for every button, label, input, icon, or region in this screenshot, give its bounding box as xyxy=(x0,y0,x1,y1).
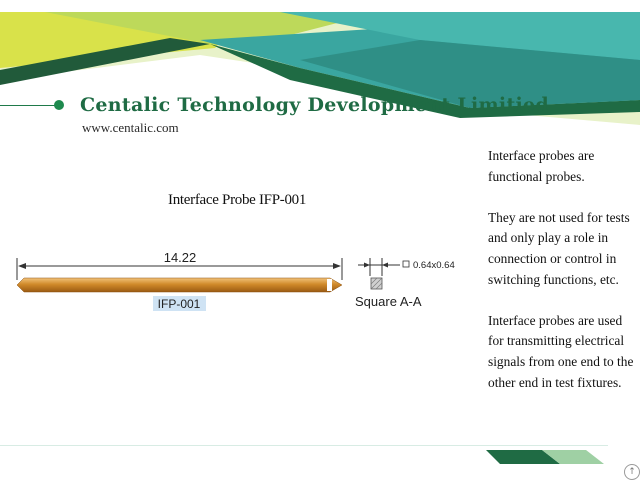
dim-arrow-right xyxy=(333,263,341,269)
company-name: Centalic Technology Development Limitied xyxy=(80,94,550,116)
probe-tip-gap xyxy=(327,279,332,291)
probe-body xyxy=(16,277,343,293)
dim-arrow-left xyxy=(18,263,26,269)
footer-line xyxy=(0,445,608,446)
description-paragraph-2: They are not used for tests and only pla… xyxy=(488,209,630,287)
section-label: Square A-A xyxy=(355,294,422,309)
probe-title: Interface Probe IFP-001 xyxy=(168,192,307,208)
header-bullet-dot xyxy=(54,100,64,110)
part-label: IFP-001 xyxy=(158,297,201,311)
description-text: Interface probes are functional probes. … xyxy=(488,146,638,414)
header-banner xyxy=(0,12,640,125)
description-paragraph-1: Interface probes are functional probes. xyxy=(488,148,595,184)
square-symbol xyxy=(402,260,410,268)
website-url: www.centalic.com xyxy=(82,120,179,135)
length-dimension-label: 14.22 xyxy=(164,250,197,265)
footer-decoration xyxy=(486,450,604,464)
scroll-top-icon[interactable]: ↑ xyxy=(624,464,640,480)
header-accent-line xyxy=(0,105,56,106)
description-paragraph-3: Interface probes are used for transmitti… xyxy=(488,312,634,390)
probe-drawing: 14.22 IFP-001 0.64x0.64 Square A-A xyxy=(16,250,455,311)
section-arrow-left xyxy=(364,262,370,268)
section-arrow-right xyxy=(382,262,388,268)
section-dimension-label: 0.64x0.64 xyxy=(413,260,455,271)
